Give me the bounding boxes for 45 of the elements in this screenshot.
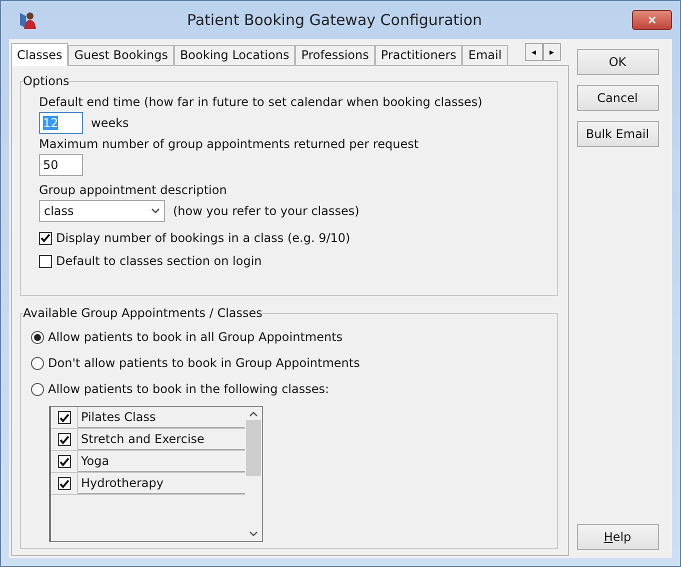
field-label: Group appointment description xyxy=(39,182,228,198)
chevron-down-icon xyxy=(151,208,160,214)
checkbox[interactable] xyxy=(39,232,52,244)
tab-scroll-button[interactable]: ◂ xyxy=(525,43,543,61)
dropdown[interactable]: class xyxy=(39,200,165,222)
tab[interactable]: Email xyxy=(462,45,508,65)
tab[interactable]: Guest Bookings xyxy=(68,45,174,65)
field-label: Maximum number of group appointments returned per request xyxy=(39,136,420,152)
checkbox-label: Display number of bookings in a class (e.g. 9/10) xyxy=(56,231,350,245)
hint-text: (how you refer to your classes) xyxy=(173,204,360,218)
checkbox-label: Default to classes section on login xyxy=(56,254,262,268)
class-item[interactable]: Stretch and Exercise xyxy=(78,429,245,450)
tab[interactable]: Professions xyxy=(295,45,375,65)
radio-label: Allow patients to book in the following classes: xyxy=(48,382,330,396)
tab[interactable]: Classes xyxy=(11,43,68,66)
help-button[interactable]: Help xyxy=(576,524,658,550)
tab-scroll-button[interactable]: ▸ xyxy=(543,43,561,61)
close-button[interactable]: ✕ xyxy=(632,10,672,30)
radio-button[interactable] xyxy=(31,356,44,370)
radio-button[interactable] xyxy=(31,382,44,396)
class-item[interactable]: Hydrotherapy xyxy=(78,473,245,494)
radio-button[interactable] xyxy=(31,330,44,344)
checkbox[interactable] xyxy=(58,477,70,490)
checkbox[interactable] xyxy=(58,433,70,446)
chevron-up-icon[interactable] xyxy=(249,411,258,417)
radio-label: Allow patients to book in all Group Appointments xyxy=(48,330,343,344)
tab[interactable]: Booking Locations xyxy=(174,45,296,65)
tab[interactable]: Practitioners xyxy=(374,45,462,65)
unit-label: weeks xyxy=(91,116,129,130)
class-item[interactable]: Pilates Class xyxy=(78,407,245,428)
chevron-down-icon[interactable] xyxy=(249,531,258,537)
person-icon xyxy=(19,10,37,30)
checkbox[interactable] xyxy=(58,455,70,468)
dialog-button[interactable]: Bulk Email xyxy=(576,121,658,147)
dialog-button[interactable]: OK xyxy=(576,49,658,75)
window-title: Patient Booking Gateway Configuration xyxy=(186,11,484,29)
dialog-button[interactable]: Cancel xyxy=(576,85,658,111)
checkbox[interactable] xyxy=(39,254,52,268)
input-field[interactable]: 50 xyxy=(39,154,83,176)
radio-label: Don't allow patients to book in Group Appointments xyxy=(48,356,360,370)
checkbox[interactable] xyxy=(58,411,70,424)
group-title: Options xyxy=(23,74,70,88)
field-label: Default end time (how far in future to set calendar when booking classes) xyxy=(39,94,484,110)
group-title: Available Group Appointments / Classes xyxy=(23,306,262,320)
class-item[interactable]: Yoga xyxy=(78,451,245,472)
